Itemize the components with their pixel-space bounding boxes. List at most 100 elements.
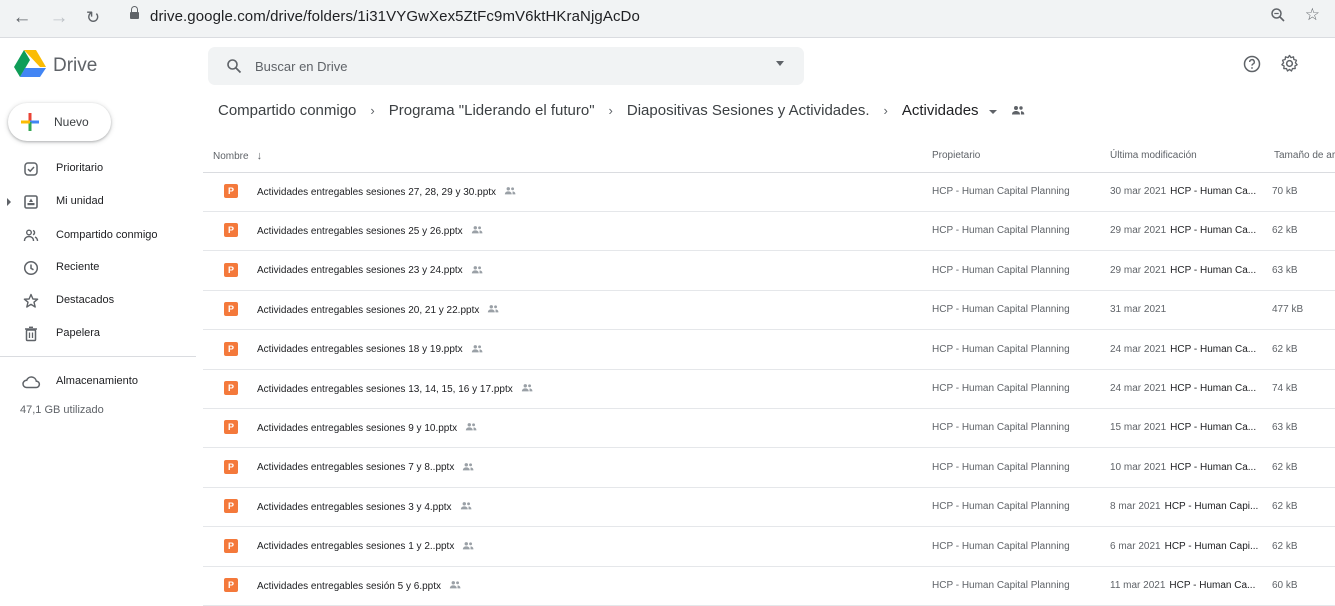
zoom-icon[interactable] <box>1270 7 1286 28</box>
file-row[interactable]: P Actividades entregables sesiones 20, 21… <box>203 291 1335 331</box>
file-row[interactable]: P Actividades entregables sesiones 7 y 8.… <box>203 449 1335 488</box>
breadcrumb-item[interactable]: Diapositivas Sesiones y Actividades. <box>627 102 870 119</box>
file-size: 62 kB <box>1272 501 1298 513</box>
help-icon[interactable] <box>1243 55 1261 78</box>
file-size: 62 kB <box>1272 540 1298 552</box>
file-name: Actividades entregables sesiones 27, 28,… <box>257 186 497 198</box>
file-name-cell: Actividades entregables sesiones 18 y 19… <box>257 344 483 356</box>
url-text[interactable]: drive.google.com/drive/folders/1i31VYGwX… <box>150 8 640 25</box>
drive-logo-icon[interactable] <box>14 50 46 83</box>
file-row[interactable]: P Actividades entregables sesiones 9 y 10… <box>203 409 1335 449</box>
breadcrumb-current-folder[interactable]: Actividades <box>902 102 979 119</box>
new-button[interactable]: Nuevo <box>8 103 111 141</box>
sidebar-item-destacados[interactable]: Destacados <box>0 288 190 314</box>
modified-date: 10 mar 2021 <box>1110 461 1167 473</box>
file-row[interactable]: P Actividades entregables sesiones 23 y 2… <box>203 252 1335 291</box>
expand-arrow-icon[interactable] <box>7 198 11 206</box>
modified-date: 29 mar 2021 <box>1110 225 1167 237</box>
modified-date: 8 mar 2021 <box>1110 501 1161 513</box>
file-row[interactable]: P Actividades entregables sesiones 18 y 1… <box>203 331 1335 370</box>
modified-by: HCP - Human Capi... <box>1164 540 1259 552</box>
chevron-right-icon: › <box>883 103 888 118</box>
breadcrumb: Compartido conmigo › Programa "Liderando… <box>218 102 1025 119</box>
powerpoint-file-icon: P <box>224 538 238 553</box>
settings-gear-icon[interactable] <box>1280 54 1299 78</box>
file-name: Actividades entregables sesiones 13, 14,… <box>257 383 513 395</box>
column-header-size[interactable]: Tamaño de archivo <box>1274 150 1335 161</box>
back-arrow-icon[interactable]: ← <box>10 6 34 30</box>
storage-used-text: 47,1 GB utilizado <box>20 404 104 416</box>
powerpoint-file-icon: P <box>224 459 238 474</box>
sidebar-item-almacenamiento[interactable]: Almacenamiento <box>0 369 190 395</box>
chevron-right-icon: › <box>370 103 375 118</box>
shared-icon <box>465 422 477 434</box>
sort-arrow-down-icon[interactable]: ↓ <box>257 150 263 162</box>
file-owner: HCP - Human Capital Planning <box>932 540 1070 552</box>
file-size: 62 kB <box>1272 343 1298 355</box>
file-row[interactable]: P Actividades entregables sesiones 3 y 4.… <box>203 488 1335 528</box>
file-modified: 24 mar 2021 HCP - Human Ca... <box>1110 344 1260 355</box>
file-name: Actividades entregables sesiones 3 y 4.p… <box>257 501 452 513</box>
column-header-label: Nombre <box>213 151 249 162</box>
file-owner: HCP - Human Capital Planning <box>932 225 1070 237</box>
shared-icon <box>460 501 472 513</box>
file-row[interactable]: P Actividades entregables sesiones 27, 28… <box>203 173 1335 212</box>
file-row[interactable]: P Actividades entregables sesiones 1 y 2.… <box>203 528 1335 567</box>
sidebar-item-compartido-conmigo[interactable]: Compartido conmigo <box>0 223 190 249</box>
powerpoint-file-icon: P <box>224 499 238 514</box>
file-owner: HCP - Human Capital Planning <box>932 343 1070 355</box>
star-icon[interactable]: ☆ <box>1305 5 1320 25</box>
search-options-icon[interactable] <box>776 61 784 66</box>
search-input[interactable] <box>255 47 755 85</box>
sidebar-item-label: Papelera <box>56 327 101 339</box>
file-name: Actividades entregables sesiones 9 y 10.… <box>257 422 458 434</box>
reload-icon[interactable]: ↻ <box>81 6 105 30</box>
modified-date: 31 mar 2021 <box>1110 304 1167 316</box>
file-size: 477 kB <box>1272 304 1304 316</box>
column-header-owner[interactable]: Propietario <box>932 150 980 161</box>
file-name-cell: Actividades entregables sesión 5 y 6.ppt… <box>257 580 461 592</box>
powerpoint-file-icon: P <box>224 341 238 356</box>
app-name[interactable]: Drive <box>53 55 97 77</box>
forward-arrow-icon[interactable]: → <box>47 6 71 30</box>
sidebar-item-label: Compartido conmigo <box>56 229 158 241</box>
column-header-modified[interactable]: Última modificación <box>1110 150 1197 161</box>
folder-menu-dropdown-icon[interactable] <box>988 109 997 114</box>
column-header-name[interactable]: Nombre ↓ <box>213 150 262 162</box>
sidebar-item-papelera[interactable]: Papelera <box>0 321 190 347</box>
sidebar-item-prioritario[interactable]: Prioritario <box>0 156 190 182</box>
file-size: 62 kB <box>1272 225 1298 237</box>
file-name: Actividades entregables sesiones 23 y 24… <box>257 265 463 277</box>
file-modified: 31 mar 2021 <box>1110 304 1260 315</box>
file-row[interactable]: P Actividades entregables sesiones 13, 14… <box>203 370 1335 409</box>
sidebar-item-label: Destacados <box>56 294 115 306</box>
storage-label: Almacenamiento <box>56 375 138 387</box>
powerpoint-file-icon: P <box>224 223 238 238</box>
file-row[interactable]: P Actividades entregables sesión 5 y 6.pp… <box>203 567 1335 606</box>
file-modified: 29 mar 2021 HCP - Human Ca... <box>1110 225 1260 236</box>
search-icon[interactable] <box>226 58 242 79</box>
file-owner: HCP - Human Capital Planning <box>932 501 1070 513</box>
breadcrumb-item[interactable]: Compartido conmigo <box>218 102 356 119</box>
breadcrumb-item[interactable]: Programa "Liderando el futuro" <box>389 102 595 119</box>
clock-icon <box>23 260 39 276</box>
sidebar-item-reciente[interactable]: Reciente <box>0 255 190 281</box>
address-bar[interactable]: drive.google.com/drive/folders/1i31VYGwX… <box>114 4 1324 33</box>
file-owner: HCP - Human Capital Planning <box>932 264 1070 276</box>
sidebar-item-mi-unidad[interactable]: Mi unidad <box>0 189 190 215</box>
shared-icon <box>471 344 483 356</box>
file-size: 63 kB <box>1272 422 1298 434</box>
search-bar[interactable] <box>208 47 804 85</box>
modified-by: HCP - Human Ca... <box>1170 264 1257 276</box>
shared-icon <box>487 304 499 316</box>
chevron-right-icon: › <box>608 103 613 118</box>
file-size: 62 kB <box>1272 461 1298 473</box>
modified-by: HCP - Human Ca... <box>1170 422 1257 434</box>
file-name-cell: Actividades entregables sesiones 3 y 4.p… <box>257 501 472 513</box>
file-modified: 6 mar 2021 HCP - Human Capi... <box>1110 541 1260 552</box>
file-modified: 11 mar 2021 HCP - Human Ca... <box>1110 580 1260 591</box>
modified-by: HCP - Human Ca... <box>1169 580 1256 591</box>
file-name-cell: Actividades entregables sesiones 9 y 10.… <box>257 422 477 434</box>
plus-icon <box>21 113 39 131</box>
file-row[interactable]: P Actividades entregables sesiones 25 y 2… <box>203 212 1335 252</box>
